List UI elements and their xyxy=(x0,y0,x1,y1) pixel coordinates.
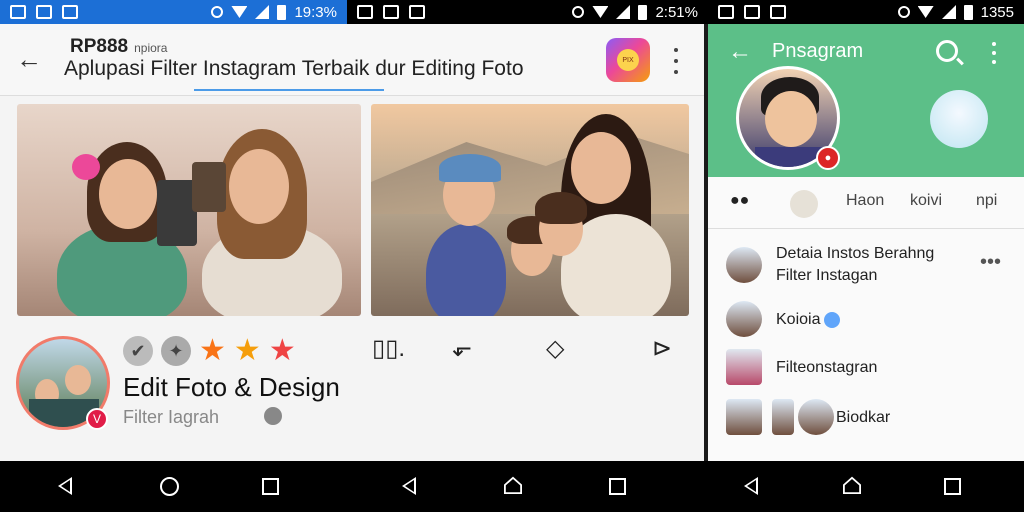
verified-icon xyxy=(824,311,841,328)
nav-recent-icon[interactable] xyxy=(262,478,279,495)
more-options-icon[interactable] xyxy=(668,48,684,74)
app-name: Edit Foto & Design xyxy=(123,372,340,402)
list-item-thumb xyxy=(726,301,762,337)
screen: 19:3% 2:51% 1355 ← RP888 npiora Aplupasi… xyxy=(0,0,1024,512)
star-icon: ★ xyxy=(268,334,296,367)
app-icon[interactable]: PIX xyxy=(606,38,650,82)
profile-title: Pnsagram xyxy=(772,40,864,62)
notification-icon xyxy=(10,5,26,19)
right-app: ← Pnsagram ● ●● Haon koivi npi Detaia In… xyxy=(708,24,1024,461)
notification-icon xyxy=(357,5,373,19)
notification-icon xyxy=(383,5,399,19)
list-item-label: Biodkar xyxy=(836,409,891,426)
list-item[interactable]: Biodkar xyxy=(708,397,1024,437)
alarm-icon xyxy=(572,6,585,18)
more-options-icon[interactable]: ••• xyxy=(980,251,1001,274)
star-icon: ★ xyxy=(233,334,261,367)
battery-icon xyxy=(277,4,287,20)
verified-badge-icon: V xyxy=(86,408,108,430)
photo-family[interactable] xyxy=(371,104,689,316)
more-options-icon[interactable] xyxy=(990,42,998,64)
list-item[interactable]: Detaia Instos Berahng Filter Instagan ••… xyxy=(708,241,1024,289)
list-item-thumb xyxy=(726,247,762,283)
status-time: 19:3% xyxy=(294,3,337,21)
tag-action-icon[interactable]: ◇ xyxy=(546,334,564,363)
tab-npi[interactable]: npi xyxy=(976,192,997,210)
app-bar: ← RP888 npiora Aplupasi Filter Instagram … xyxy=(0,24,704,96)
alarm-icon xyxy=(211,6,224,18)
wifi-icon xyxy=(917,6,934,18)
tab-icon[interactable]: ●● xyxy=(730,192,749,210)
notification-icon xyxy=(770,5,786,19)
list-item-label: Detaia Instos Berahng Filter Instagan xyxy=(776,245,935,284)
list-item[interactable]: Koioia xyxy=(708,299,1024,339)
notification-icon xyxy=(718,5,734,19)
list-item-text: Koioia xyxy=(776,311,821,328)
status-bar-mid: 2:51% xyxy=(347,0,708,24)
nav-back-icon[interactable] xyxy=(744,477,760,495)
list-item-thumb xyxy=(798,399,834,435)
profile-header: ← Pnsagram ● xyxy=(708,24,1024,177)
status-time: 1355 xyxy=(980,3,1014,21)
battery-icon xyxy=(638,4,648,20)
page-title-top-small: npiora xyxy=(134,41,168,55)
notification-icon xyxy=(62,5,78,19)
star-icon: ★ xyxy=(199,334,226,367)
nav-home-icon[interactable] xyxy=(503,476,523,494)
status-bar-left: 19:3% xyxy=(0,0,347,24)
copy-action-icon[interactable]: ▯▯. xyxy=(372,334,405,363)
app-subtitle: Filter Iagrah xyxy=(123,407,220,427)
page-title-top-text: RP888 xyxy=(70,36,129,57)
signal-icon xyxy=(255,5,270,19)
rating-row: ✔ ✦ ★ ★ ★ xyxy=(123,336,296,366)
notification-icon xyxy=(36,5,52,19)
page-title: Aplupasi Filter Instagram Terbaik dur Ed… xyxy=(64,57,524,80)
alarm-icon xyxy=(897,6,910,18)
left-app: ← RP888 npiora Aplupasi Filter Instagram … xyxy=(0,24,704,461)
status-time: 2:51% xyxy=(655,3,698,21)
back-arrow-icon[interactable]: ← xyxy=(16,44,42,75)
story-circle[interactable] xyxy=(930,90,988,148)
signal-icon xyxy=(616,5,631,19)
list-item-thumb xyxy=(726,349,762,385)
notification-icon xyxy=(409,5,425,19)
app-icon-label: PIX xyxy=(617,49,639,71)
status-bar-right: 1355 xyxy=(708,0,1024,24)
nav-back-icon[interactable] xyxy=(58,477,74,495)
nav-recent-icon[interactable] xyxy=(609,478,626,495)
page-title-top: RP888 npiora xyxy=(70,36,167,58)
flag-action-icon[interactable]: ⊳ xyxy=(652,334,672,363)
nav-home-icon[interactable] xyxy=(842,476,862,494)
search-icon[interactable] xyxy=(936,40,958,62)
check-icon: ✔ xyxy=(123,336,153,366)
nav-home-icon[interactable] xyxy=(160,477,179,496)
share-action-icon[interactable]: ⬐ xyxy=(452,334,472,363)
list-item-label: Filteonstagran xyxy=(776,359,878,376)
tab-indicator xyxy=(194,89,384,91)
photo-selfie[interactable] xyxy=(17,104,361,316)
navigation-bar xyxy=(0,461,1024,512)
profile-tabs: ●● Haon koivi npi xyxy=(708,177,1024,229)
nav-recent-icon[interactable] xyxy=(944,478,961,495)
wifi-icon xyxy=(592,6,609,18)
signal-icon xyxy=(941,5,956,19)
record-badge-icon: ● xyxy=(816,146,840,170)
nav-back-icon[interactable] xyxy=(402,477,418,495)
list-item[interactable]: Filteonstagran xyxy=(708,347,1024,387)
list-item-thumb xyxy=(726,399,762,435)
user-icon xyxy=(264,407,282,425)
notification-icon xyxy=(744,5,760,19)
wifi-icon xyxy=(231,6,248,18)
tab-haon[interactable]: Haon xyxy=(846,192,884,210)
battery-icon xyxy=(963,4,973,20)
feather-icon: ✦ xyxy=(161,336,191,366)
gift-icon[interactable] xyxy=(790,190,818,218)
list-item-label: Koioia xyxy=(776,309,841,331)
tab-koivi[interactable]: koivi xyxy=(910,192,942,210)
list-item-thumb xyxy=(772,399,794,435)
back-arrow-icon[interactable]: ← xyxy=(728,38,752,66)
